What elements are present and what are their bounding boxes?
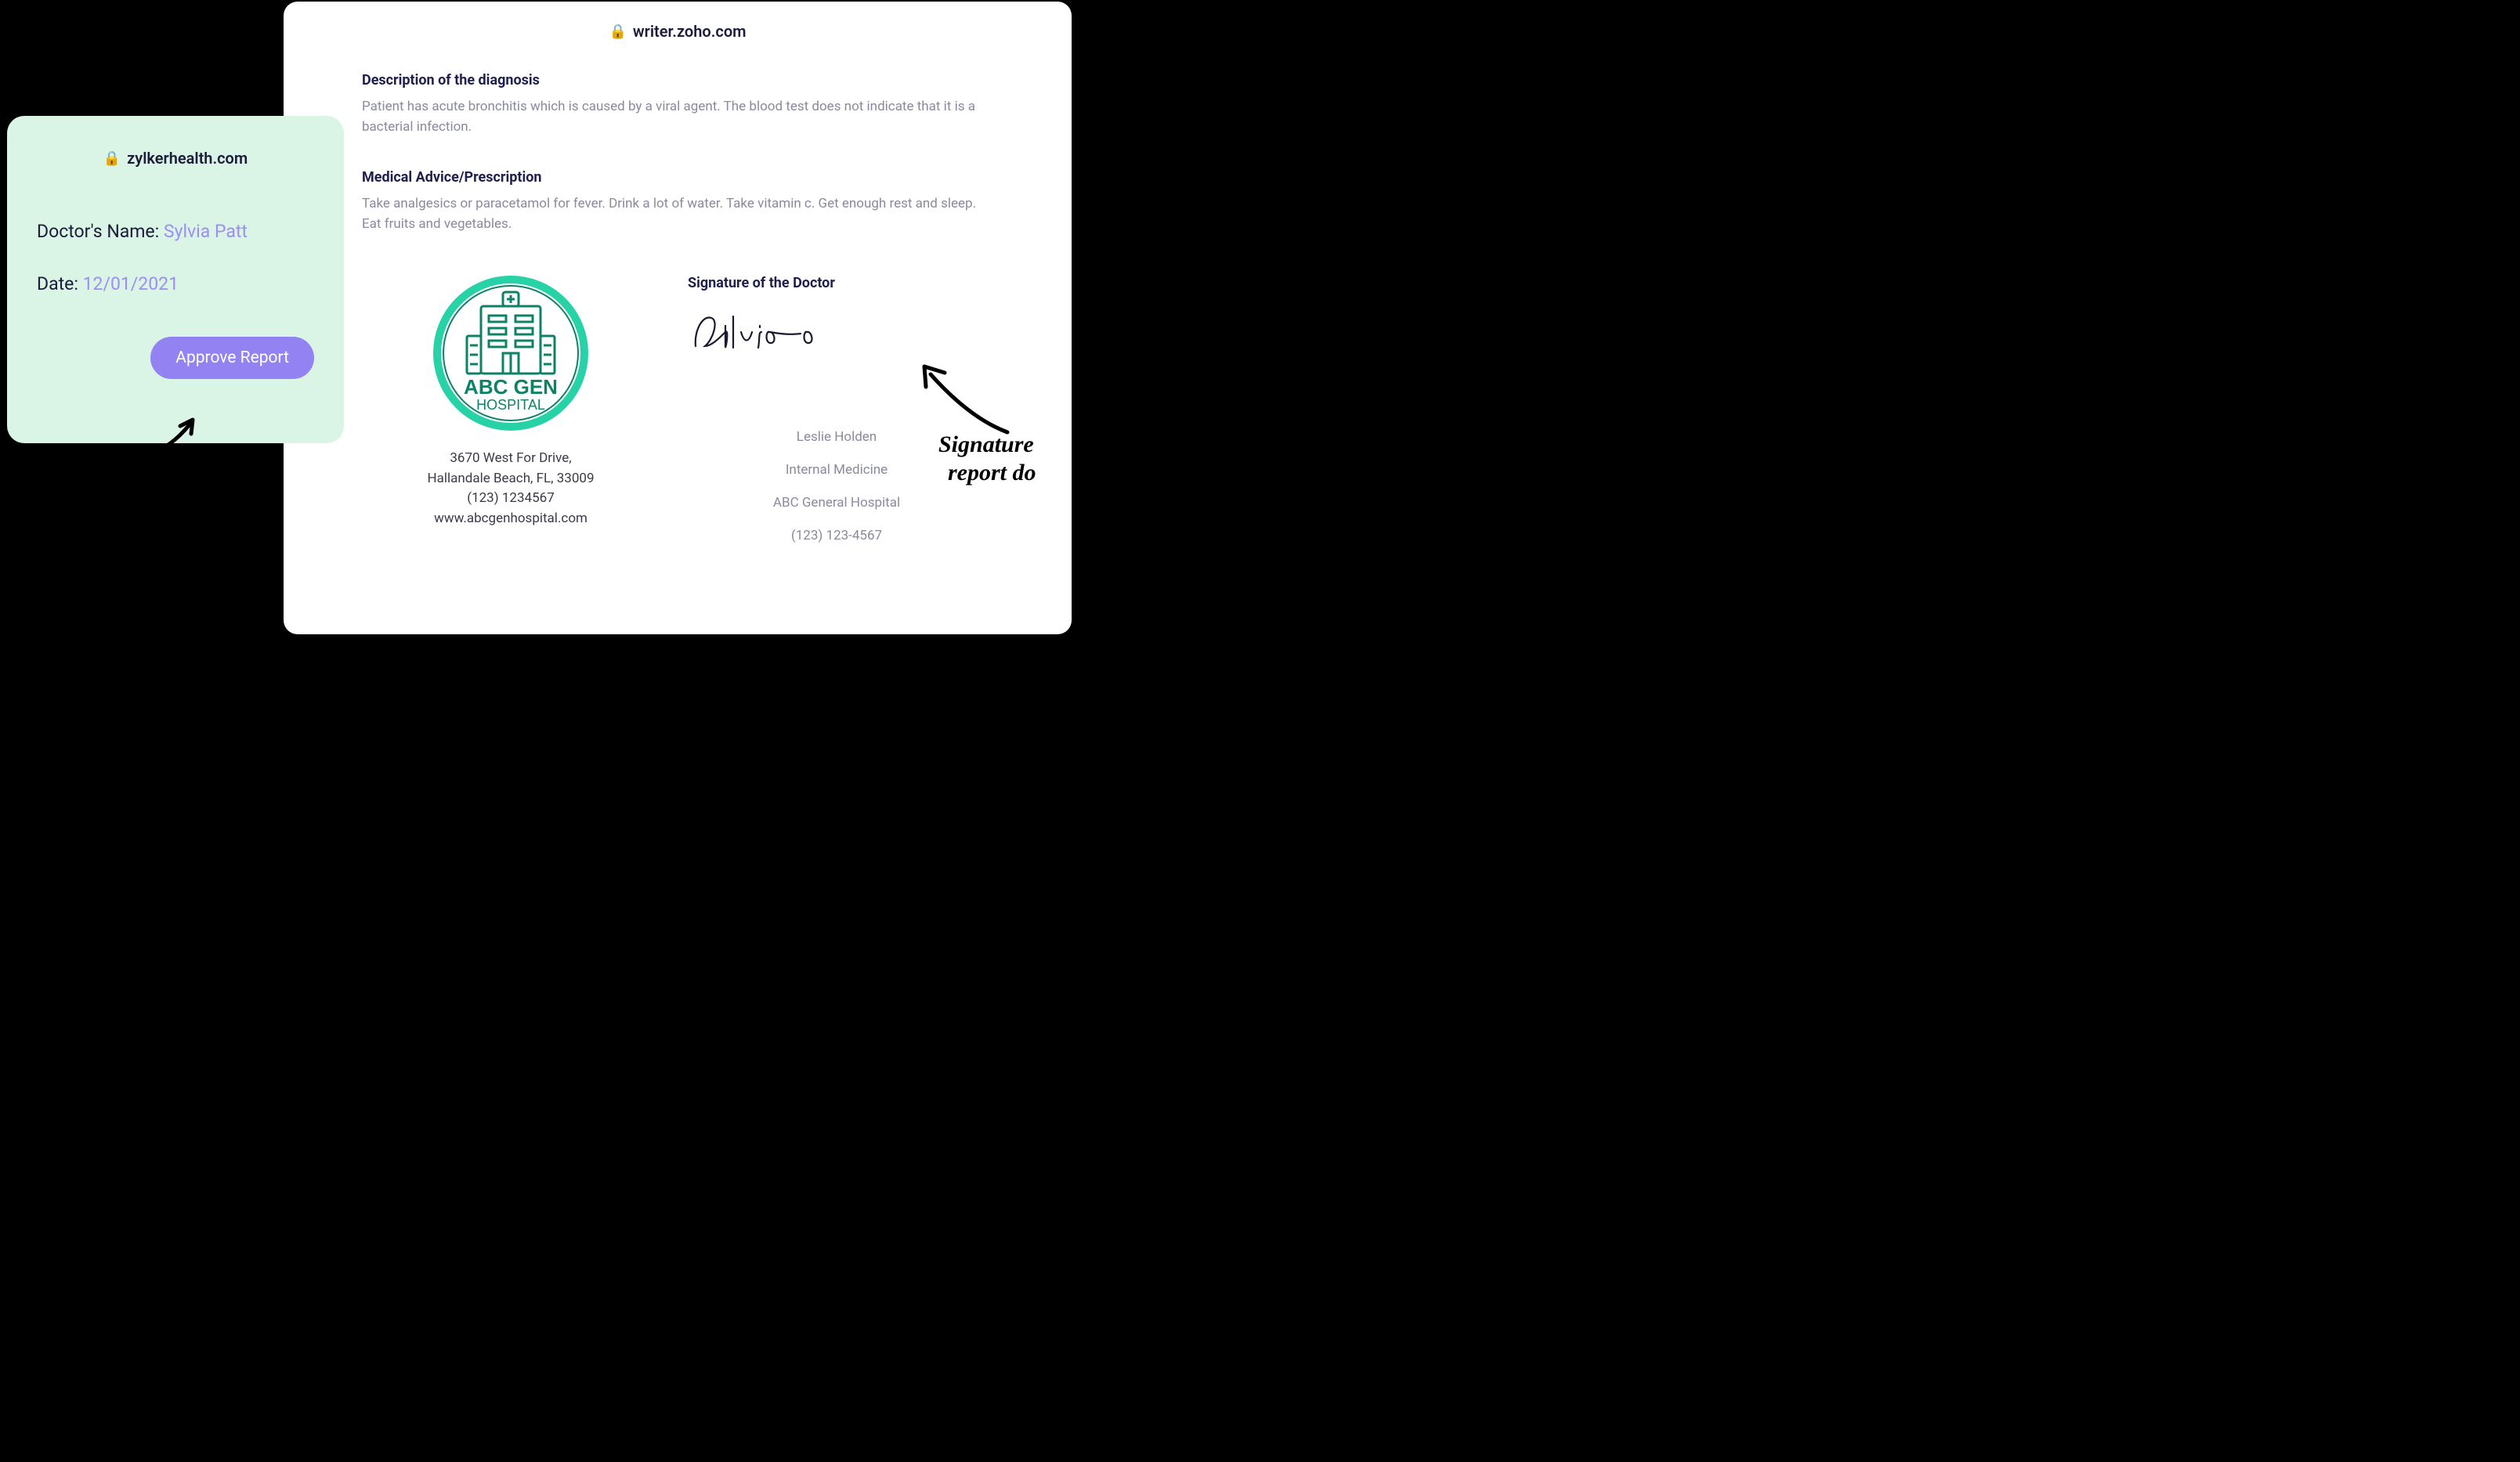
doctor-label: Doctor's Name: <box>37 221 164 242</box>
signature-column: Signature of the Doctor Leslie Holden In… <box>688 275 985 561</box>
signer-org: ABC General Hospital <box>688 495 985 511</box>
document-url-bar: 🔒 writer.zoho.com <box>284 2 1072 72</box>
date-field: Date: 12/01/2021 <box>37 273 314 294</box>
approve-button[interactable]: Approve Report <box>150 337 314 379</box>
hospital-logo-text-2: HOSPITAL <box>476 397 545 413</box>
advice-title: Medical Advice/Prescription <box>362 169 993 186</box>
document-footer-row: ABC GEN HOSPITAL 3670 West For Drive, Ha… <box>362 275 993 561</box>
diagnosis-title: Description of the diagnosis <box>362 72 993 88</box>
annotation-line-2: report do <box>948 459 1036 487</box>
approve-button-wrap: Approve Report <box>37 337 314 379</box>
hospital-address-1: 3670 West For Drive, <box>393 449 628 469</box>
date-label: Date: <box>37 273 83 294</box>
hospital-address-2: Hallandale Beach, FL, 33009 <box>393 469 628 489</box>
doctor-field: Doctor's Name: Sylvia Patt <box>37 221 314 242</box>
approval-url: zylkerhealth.com <box>127 149 248 168</box>
signature-image <box>688 309 844 356</box>
document-card: 🔒 writer.zoho.com Description of the dia… <box>284 2 1072 634</box>
document-url: writer.zoho.com <box>633 22 747 41</box>
date-value: 12/01/2021 <box>83 273 179 294</box>
approval-url-bar: 🔒 zylkerhealth.com <box>37 149 314 168</box>
hospital-column: ABC GEN HOSPITAL 3670 West For Drive, Ha… <box>393 275 628 561</box>
hospital-logo-icon: ABC GEN HOSPITAL <box>432 275 589 431</box>
document-content: Description of the diagnosis Patient has… <box>284 72 1072 561</box>
hospital-info: 3670 West For Drive, Hallandale Beach, F… <box>393 449 628 529</box>
doctor-name-value: Sylvia Patt <box>164 221 248 242</box>
signer-phone: (123) 123-4567 <box>688 528 985 543</box>
approval-card: 🔒 zylkerhealth.com Doctor's Name: Sylvia… <box>7 116 344 443</box>
lock-icon: 🔒 <box>103 150 121 167</box>
lock-icon: 🔒 <box>609 23 626 40</box>
hospital-website: www.abcgenhospital.com <box>393 509 628 529</box>
hospital-logo-text-1: ABC GEN <box>464 375 558 399</box>
annotation-line-1: Signature <box>938 431 1036 459</box>
signature-label: Signature of the Doctor <box>688 275 985 291</box>
diagnosis-body: Patient has acute bronchitis which is ca… <box>362 96 981 138</box>
handwritten-annotation: Signature report do <box>938 431 1036 487</box>
hospital-phone: (123) 1234567 <box>393 489 628 509</box>
advice-body: Take analgesics or paracetamol for fever… <box>362 193 981 235</box>
